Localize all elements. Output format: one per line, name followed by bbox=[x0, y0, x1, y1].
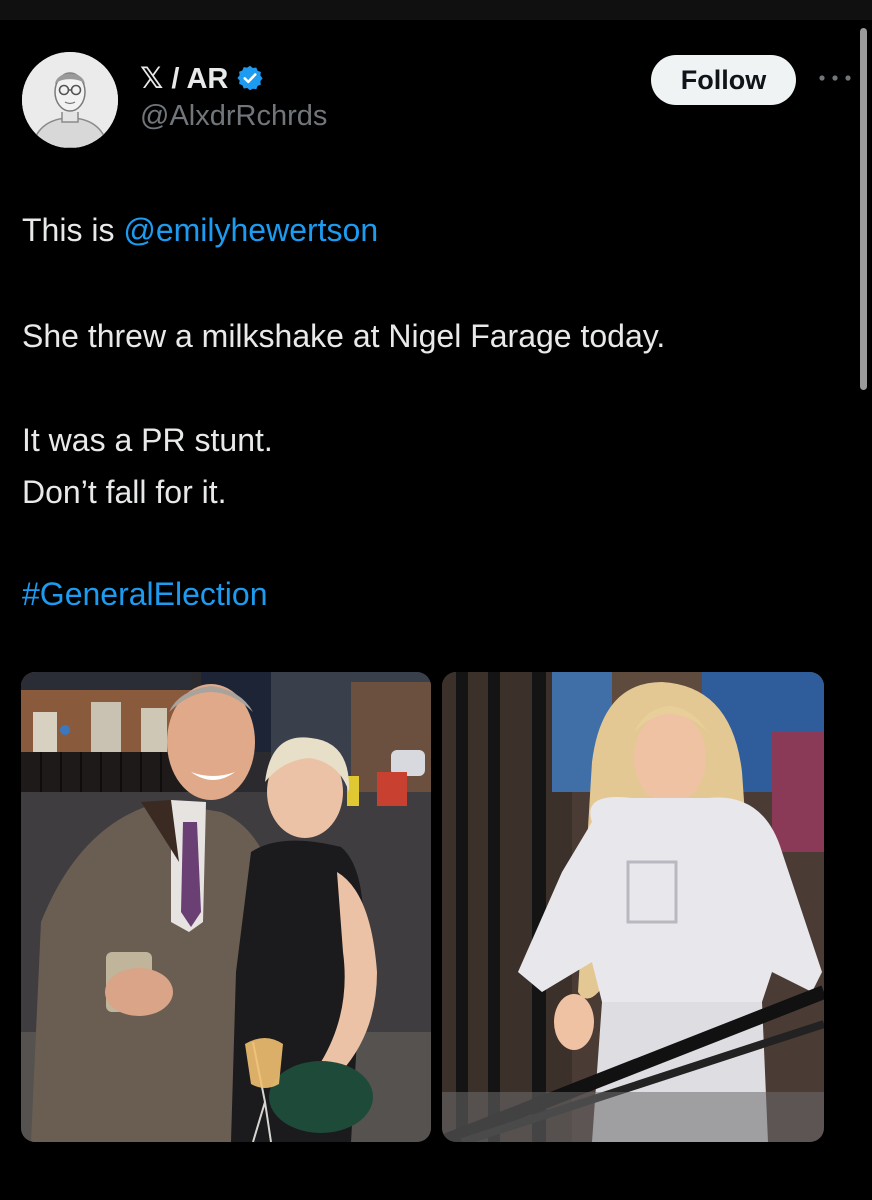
tweet-photo-1[interactable] bbox=[21, 672, 431, 1142]
mention-link[interactable]: @emilyhewertson bbox=[123, 212, 378, 248]
photo-woman-white-hoodie-icon bbox=[442, 672, 824, 1142]
follow-button[interactable]: Follow bbox=[651, 55, 796, 105]
photo-man-and-woman-street-night-icon bbox=[21, 672, 431, 1142]
author-display-name[interactable]: 𝕏 / AR bbox=[140, 61, 228, 96]
author-handle[interactable]: @AlxdrRchrds bbox=[140, 100, 327, 133]
tweet-text-line-2: She threw a milkshake at Nigel Farage to… bbox=[22, 318, 666, 354]
more-horizontal-icon bbox=[819, 75, 851, 81]
author-name-row[interactable]: 𝕏 / AR bbox=[140, 58, 264, 98]
tweet-text-line-1: This is @emilyhewertson bbox=[22, 206, 378, 254]
verified-badge-icon bbox=[237, 65, 263, 91]
hashtag-link[interactable]: #GeneralElection bbox=[22, 570, 267, 618]
person-sketch-icon bbox=[22, 52, 118, 148]
tweet-text-line-3: It was a PR stunt. bbox=[22, 422, 273, 458]
author-avatar[interactable] bbox=[22, 52, 118, 148]
scrollbar[interactable] bbox=[860, 28, 867, 390]
tweet-text-line-4: Don’t fall for it. bbox=[22, 474, 227, 510]
more-options-button[interactable] bbox=[818, 66, 852, 90]
status-strip bbox=[0, 0, 872, 20]
tweet-text-prefix: This is bbox=[22, 212, 124, 248]
tweet-photo-2[interactable] bbox=[442, 672, 824, 1142]
